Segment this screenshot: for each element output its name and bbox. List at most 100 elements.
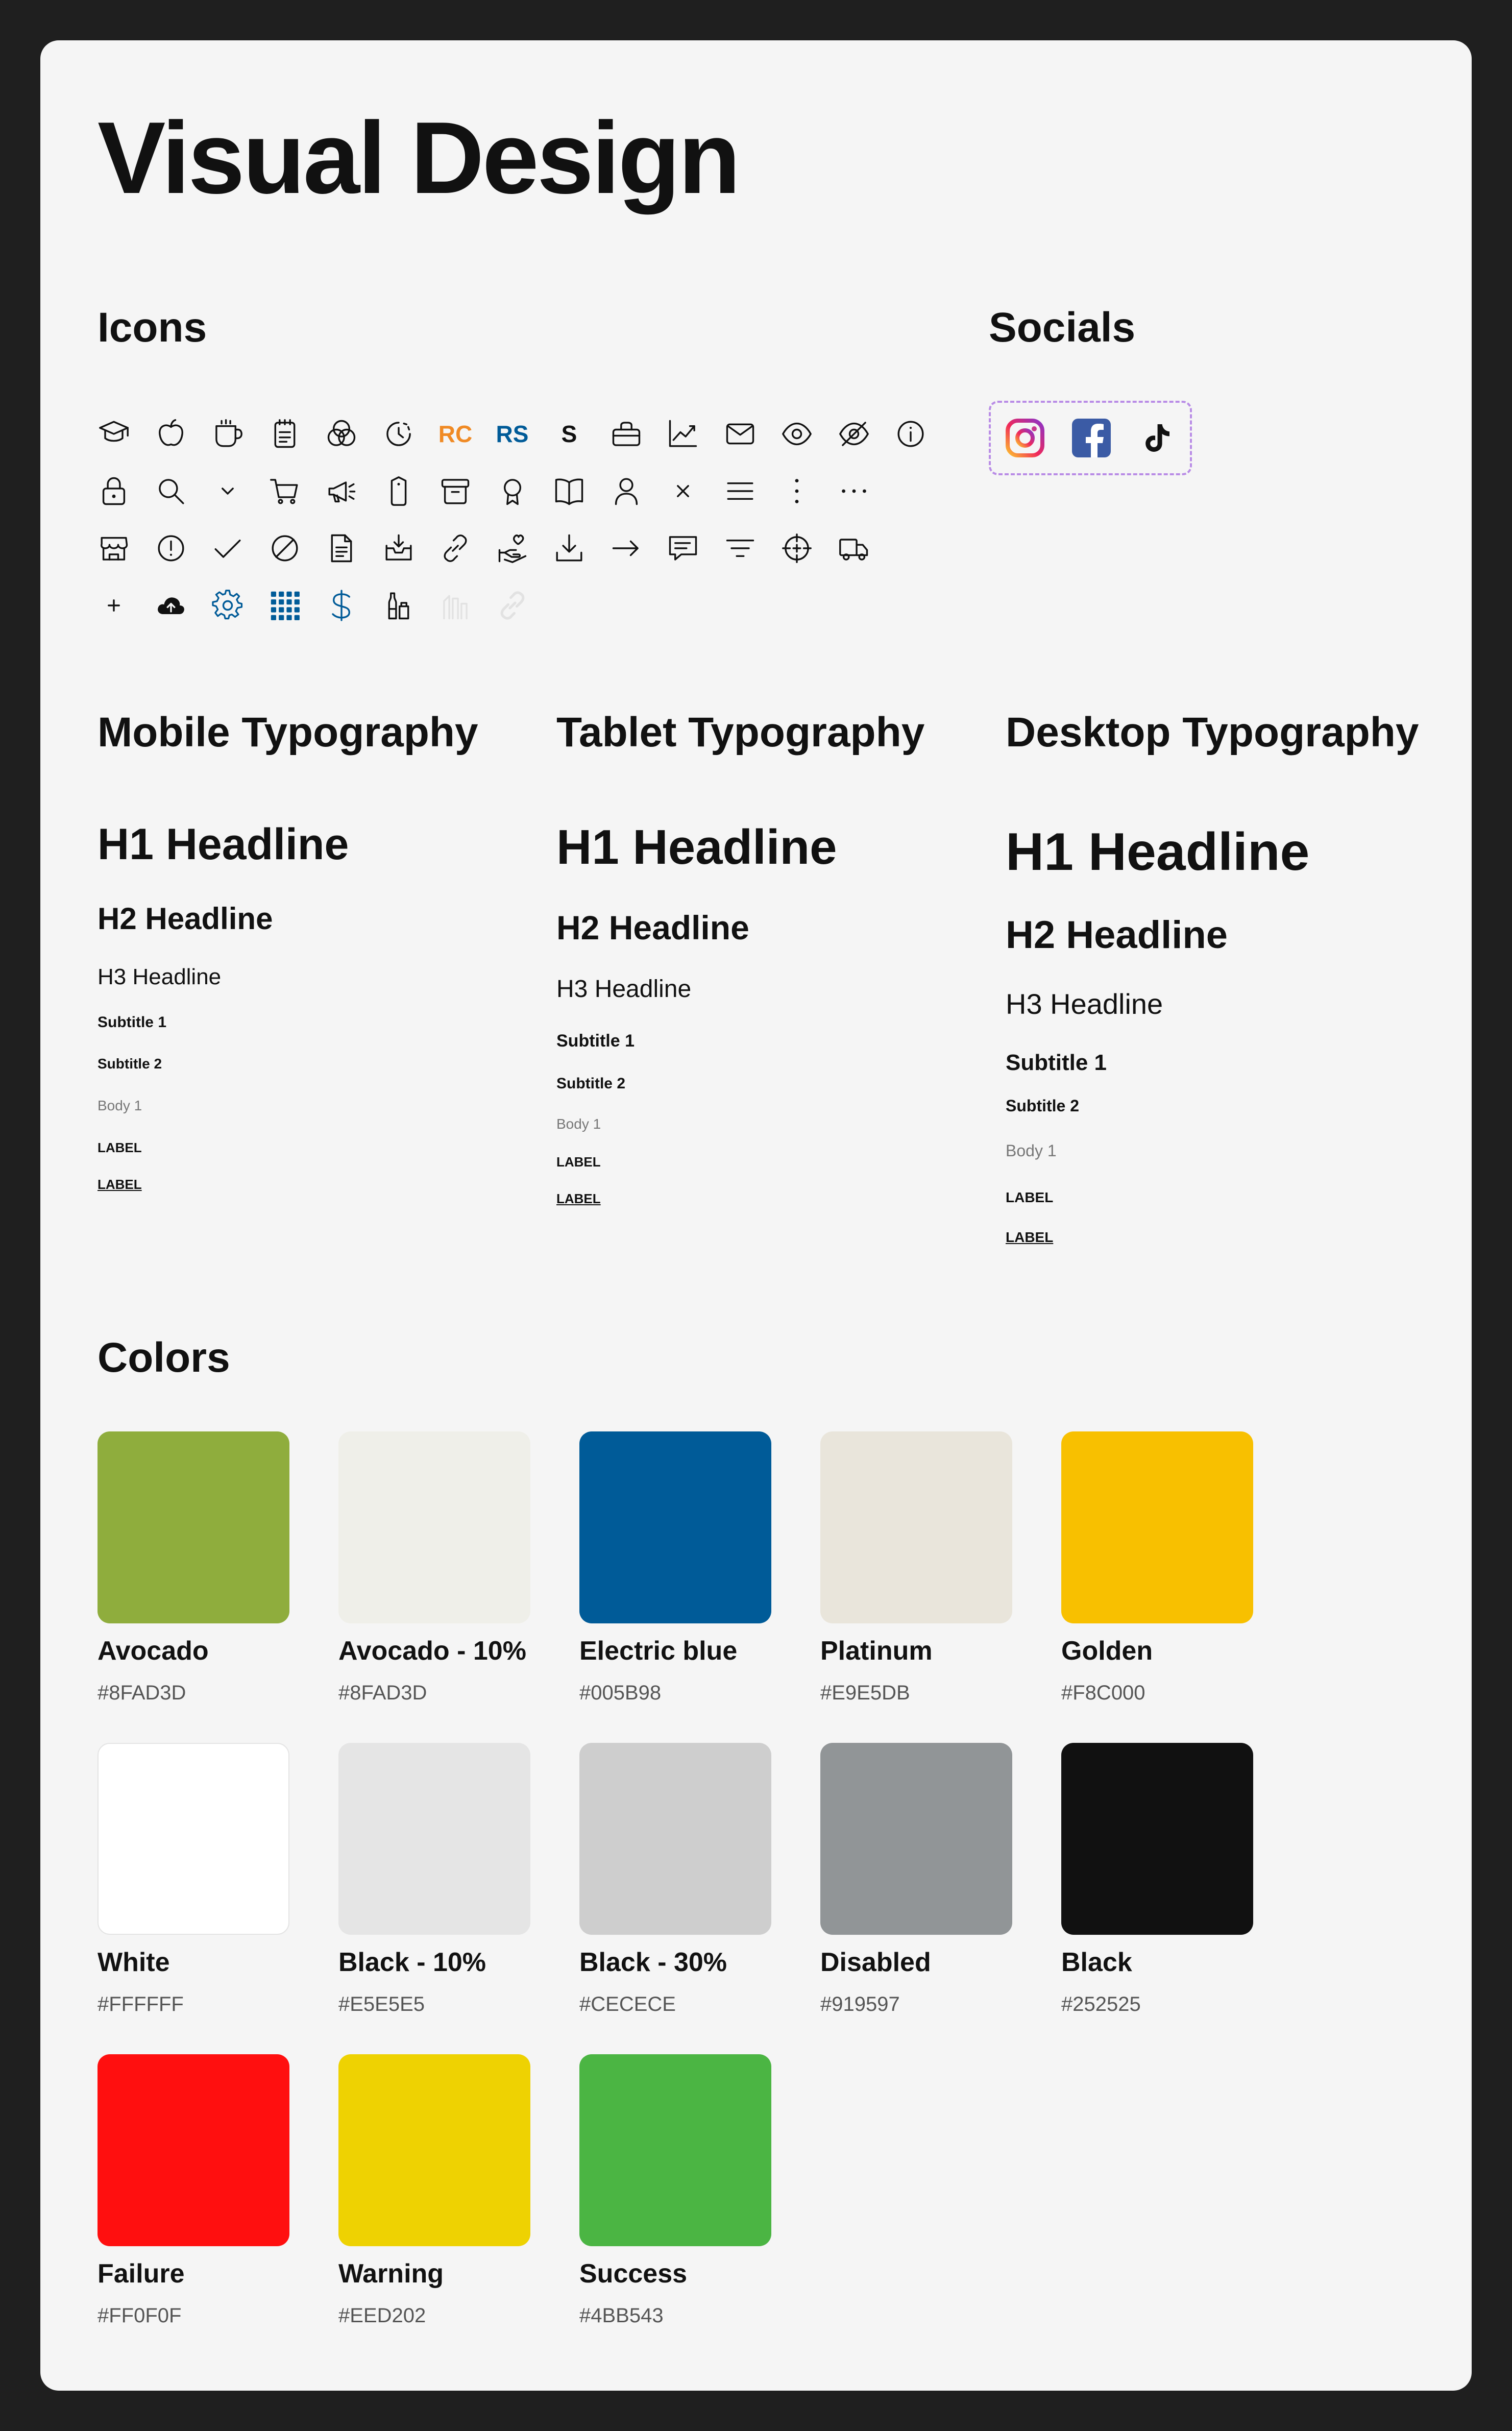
tiktok-icon[interactable] xyxy=(1135,417,1177,459)
swatch-warning xyxy=(338,2054,530,2246)
mobile-sub1-sample: Subtitle 1 xyxy=(97,1014,167,1031)
mobile-body-sample: Body 1 xyxy=(97,1098,142,1113)
swatch-name: Failure xyxy=(97,2259,185,2289)
inbox-download-icon xyxy=(378,528,419,569)
check-icon xyxy=(207,528,248,569)
facebook-icon[interactable] xyxy=(1070,417,1112,459)
swatch-electric-blue xyxy=(579,1431,771,1623)
swatch-hex: #E9E5DB xyxy=(820,1682,910,1704)
bottles-icon xyxy=(378,585,419,626)
menu-icon xyxy=(720,471,761,512)
swatch-hex: #CECECE xyxy=(579,1993,676,2015)
tablet-label-link-sample: LABEL xyxy=(556,1191,601,1206)
rs-text-icon: RS xyxy=(496,421,529,447)
swatch-hex: #E5E5E5 xyxy=(338,1993,425,2015)
desktop-typography-title: Desktop Typography xyxy=(1006,709,1419,756)
swatch-name: Black - 30% xyxy=(579,1948,727,1977)
swatch-failure xyxy=(97,2054,289,2246)
trend-chart-icon xyxy=(663,414,703,454)
archive-icon xyxy=(435,471,476,512)
notepad-icon xyxy=(264,414,305,454)
swatch-hex: #4BB543 xyxy=(579,2304,664,2327)
swatch-hex: #8FAD3D xyxy=(97,1682,186,1704)
swatch-disabled xyxy=(820,1743,1012,1935)
tablet-h1-sample: H1 Headline xyxy=(556,820,837,874)
mobile-sub2-sample: Subtitle 2 xyxy=(97,1056,162,1072)
desktop-sub2-sample: Subtitle 2 xyxy=(1006,1097,1080,1115)
socials-group xyxy=(989,401,1192,475)
swatch-name: Disabled xyxy=(820,1948,931,1977)
instagram-icon[interactable] xyxy=(1004,417,1046,459)
document-icon xyxy=(321,528,362,569)
swatch-hex: #919597 xyxy=(820,1993,900,2015)
gear-icon xyxy=(207,585,248,626)
apple-icon xyxy=(151,414,191,454)
tablet-h3-sample: H3 Headline xyxy=(556,976,692,1003)
eye-icon xyxy=(776,414,817,454)
rc-text-icon: RC xyxy=(438,421,473,447)
book-open-icon xyxy=(549,471,590,512)
lock-icon xyxy=(93,471,134,512)
swatch-hex: #EED202 xyxy=(338,2304,426,2327)
eye-off-icon xyxy=(834,414,874,454)
swatch-name: Platinum xyxy=(820,1636,933,1666)
more-horizontal-icon xyxy=(834,471,874,512)
swatch-avocado xyxy=(97,1431,289,1623)
swatch-name: Avocado - 10% xyxy=(338,1636,526,1666)
swatch-name: Black xyxy=(1061,1948,1132,1977)
mobile-typography-title: Mobile Typography xyxy=(97,709,478,756)
cloud-upload-icon xyxy=(151,585,191,626)
swatch-name: Warning xyxy=(338,2259,444,2289)
swatch-hex: #252525 xyxy=(1061,1993,1141,2015)
download-icon xyxy=(549,528,590,569)
hand-heart-icon xyxy=(492,528,533,569)
swatch-success xyxy=(579,2054,771,2246)
tablet-body-sample: Body 1 xyxy=(556,1116,601,1132)
truck-icon xyxy=(834,528,874,569)
megaphone-icon xyxy=(321,471,362,512)
desktop-body-sample: Body 1 xyxy=(1006,1141,1057,1160)
venn-circles-icon xyxy=(321,414,362,454)
graduation-cap-icon xyxy=(93,414,134,454)
grid-icon xyxy=(264,585,305,626)
icons-section-title: Icons xyxy=(97,304,207,351)
crosshair-icon xyxy=(776,528,817,569)
swatch-white xyxy=(97,1743,289,1935)
faded-icon xyxy=(435,585,476,626)
ban-icon xyxy=(264,528,305,569)
chevron-down-icon xyxy=(207,471,248,512)
mail-icon xyxy=(720,414,761,454)
swatch-name: Golden xyxy=(1061,1636,1153,1666)
mobile-h2-sample: H2 Headline xyxy=(97,902,273,936)
swatch-avocado-10 xyxy=(338,1431,530,1623)
more-vertical-icon xyxy=(776,471,817,512)
swatch-hex: #F8C000 xyxy=(1061,1682,1145,1704)
swatch-black xyxy=(1061,1743,1253,1935)
desktop-h1-sample: H1 Headline xyxy=(1006,822,1310,882)
tablet-h2-sample: H2 Headline xyxy=(556,909,749,946)
swatch-hex: #005B98 xyxy=(579,1682,662,1704)
user-icon xyxy=(606,471,647,512)
faded-link-icon xyxy=(492,585,533,626)
plus-icon xyxy=(93,585,134,626)
desktop-label-sample: LABEL xyxy=(1006,1189,1054,1205)
mobile-h1-sample: H1 Headline xyxy=(97,820,349,869)
colors-section-title: Colors xyxy=(97,1334,230,1381)
briefcase-icon xyxy=(606,414,647,454)
desktop-h3-sample: H3 Headline xyxy=(1006,988,1163,1020)
info-icon xyxy=(890,414,931,454)
swatch-hex: #8FAD3D xyxy=(338,1682,427,1704)
search-icon xyxy=(151,471,191,512)
tablet-sub1-sample: Subtitle 1 xyxy=(556,1031,635,1051)
alert-circle-icon xyxy=(151,528,191,569)
desktop-h2-sample: H2 Headline xyxy=(1006,913,1228,957)
swatch-black-10 xyxy=(338,1743,530,1935)
close-icon xyxy=(663,471,703,512)
page-title: Visual Design xyxy=(97,101,741,215)
desktop-label-link-sample: LABEL xyxy=(1006,1229,1054,1245)
mobile-label-link-sample: LABEL xyxy=(97,1177,142,1192)
swatch-name: White xyxy=(97,1948,170,1977)
swatch-name: Black - 10% xyxy=(338,1948,486,1977)
swatch-black-30 xyxy=(579,1743,771,1935)
clock-history-icon xyxy=(378,414,419,454)
